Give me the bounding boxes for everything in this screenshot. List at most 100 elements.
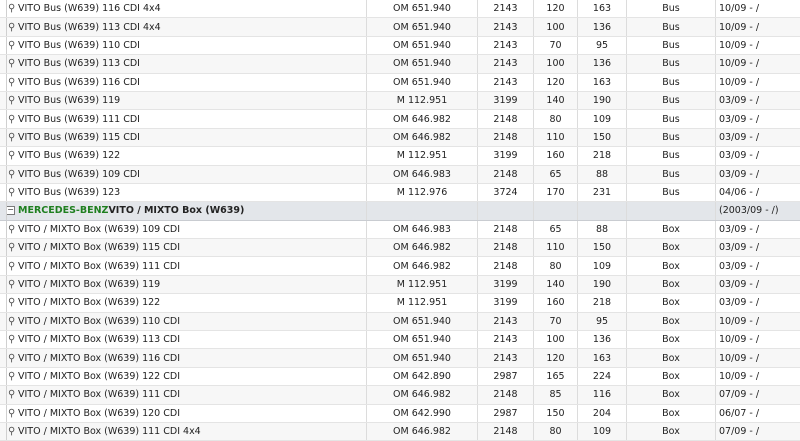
collapse-icon[interactable]: − xyxy=(7,206,16,215)
vehicle-row[interactable]: ⚲VITO / MIXTO Box (W639) 110 CDIOM 651.9… xyxy=(0,312,800,330)
vehicle-row[interactable]: ⚲VITO / MIXTO Box (W639) 122 CDIOM 642.8… xyxy=(0,367,800,385)
vehicle-name-label[interactable]: VITO / MIXTO Box (W639) 109 CDI xyxy=(18,224,180,235)
vehicle-name-label[interactable]: VITO Bus (W639) 119 xyxy=(18,95,120,106)
vehicle-row[interactable]: ⚲VITO Bus (W639) 123M 112.9763724170231B… xyxy=(0,183,800,201)
vehicle-name-label[interactable]: VITO / MIXTO Box (W639) 122 xyxy=(18,297,160,308)
vehicle-row[interactable]: ⚲VITO Bus (W639) 122M 112.9513199160218B… xyxy=(0,147,800,165)
key-icon: ⚲ xyxy=(8,184,18,201)
vehicle-row[interactable]: ⚲VITO / MIXTO Box (W639) 116 CDIOM 651.9… xyxy=(0,349,800,367)
power-hp-cell: 190 xyxy=(578,275,627,293)
vehicle-name-cell[interactable]: ⚲VITO / MIXTO Box (W639) 116 CDI xyxy=(7,349,367,367)
vehicle-row[interactable]: ⚲VITO Bus (W639) 115 CDIOM 646.982214811… xyxy=(0,128,800,146)
vehicle-name-cell[interactable]: ⚲VITO Bus (W639) 116 CDI xyxy=(7,73,367,91)
production-period-cell: 10/09 - / xyxy=(716,331,800,349)
vehicle-name-label[interactable]: VITO / MIXTO Box (W639) 111 CDI xyxy=(18,389,180,400)
vehicle-name-label[interactable]: VITO / MIXTO Box (W639) 116 CDI xyxy=(18,353,180,364)
production-period-cell: 10/09 - / xyxy=(716,0,800,18)
vehicle-name-cell[interactable]: ⚲VITO / MIXTO Box (W639) 122 CDI xyxy=(7,367,367,385)
vehicle-name-label[interactable]: VITO / MIXTO Box (W639) 119 xyxy=(18,279,160,290)
vehicle-row[interactable]: ⚲VITO / MIXTO Box (W639) 109 CDIOM 646.9… xyxy=(0,220,800,238)
vehicle-name-cell[interactable]: ⚲VITO Bus (W639) 113 CDI 4x4 xyxy=(7,18,367,36)
power-hp-cell: 163 xyxy=(578,0,627,18)
vehicle-name-label[interactable]: VITO Bus (W639) 116 CDI xyxy=(18,77,140,88)
vehicle-row[interactable]: ⚲VITO Bus (W639) 119M 112.9513199140190B… xyxy=(0,91,800,109)
vehicle-row[interactable]: ⚲VITO / MIXTO Box (W639) 113 CDIOM 651.9… xyxy=(0,331,800,349)
vehicle-name-cell[interactable]: ⚲VITO Bus (W639) 111 CDI xyxy=(7,110,367,128)
vehicle-name-cell[interactable]: ⚲VITO Bus (W639) 110 CDI xyxy=(7,36,367,54)
engine-code-cell: OM 651.940 xyxy=(367,0,478,18)
vehicle-name-cell[interactable]: ⚲VITO / MIXTO Box (W639) 115 CDI xyxy=(7,239,367,257)
vehicle-name-label[interactable]: VITO / MIXTO Box (W639) 115 CDI xyxy=(18,242,180,253)
vehicle-name-label[interactable]: VITO / MIXTO Box (W639) 113 CDI xyxy=(18,334,180,345)
vehicle-name-label[interactable]: VITO Bus (W639) 122 xyxy=(18,150,120,161)
vehicle-row[interactable]: ⚲VITO / MIXTO Box (W639) 122M 112.951319… xyxy=(0,294,800,312)
vehicle-name-label[interactable]: VITO / MIXTO Box (W639) 120 CDI xyxy=(18,408,180,419)
vehicle-name-label[interactable]: VITO Bus (W639) 113 CDI 4x4 xyxy=(18,22,161,33)
vehicle-row[interactable]: ⚲VITO Bus (W639) 116 CDIOM 651.940214312… xyxy=(0,73,800,91)
vehicle-table-body: ⚲VITO Bus (W639) 116 CDI 4x4OM 651.94021… xyxy=(0,0,800,441)
vehicle-name-cell[interactable]: ⚲VITO / MIXTO Box (W639) 119 xyxy=(7,275,367,293)
displacement-cell: 2148 xyxy=(478,165,534,183)
vehicle-name-cell[interactable]: ⚲VITO Bus (W639) 109 CDI xyxy=(7,165,367,183)
vehicle-row[interactable]: ⚲VITO Bus (W639) 109 CDIOM 646.983214865… xyxy=(0,165,800,183)
vehicle-name-label[interactable]: VITO / MIXTO Box (W639) 122 CDI xyxy=(18,371,180,382)
vehicle-row[interactable]: ⚲VITO / MIXTO Box (W639) 120 CDIOM 642.9… xyxy=(0,404,800,422)
power-kw-cell: 100 xyxy=(534,18,578,36)
vehicle-name-label[interactable]: VITO / MIXTO Box (W639) 111 CDI xyxy=(18,261,180,272)
vehicle-name-cell[interactable]: ⚲VITO / MIXTO Box (W639) 111 CDI xyxy=(7,257,367,275)
power-hp-cell: 116 xyxy=(578,386,627,404)
vehicle-row[interactable]: ⚲VITO Bus (W639) 113 CDI 4x4OM 651.94021… xyxy=(0,18,800,36)
vehicle-name-label[interactable]: VITO / MIXTO Box (W639) 111 CDI 4x4 xyxy=(18,426,201,437)
vehicle-name-cell[interactable]: ⚲VITO Bus (W639) 119 xyxy=(7,91,367,109)
vehicle-row[interactable]: ⚲VITO Bus (W639) 116 CDI 4x4OM 651.94021… xyxy=(0,0,800,18)
vehicle-name-label[interactable]: VITO / MIXTO Box (W639) 110 CDI xyxy=(18,316,180,327)
group-make-label: MERCEDES-BENZ xyxy=(18,205,108,216)
vehicle-row[interactable]: ⚲VITO / MIXTO Box (W639) 115 CDIOM 646.9… xyxy=(0,239,800,257)
body-type-cell: Bus xyxy=(627,147,716,165)
power-hp-cell: 136 xyxy=(578,55,627,73)
body-type-cell: Box xyxy=(627,331,716,349)
power-kw-cell: 80 xyxy=(534,422,578,440)
engine-code-cell: OM 651.940 xyxy=(367,36,478,54)
vehicle-name-label[interactable]: VITO Bus (W639) 111 CDI xyxy=(18,114,140,125)
vehicle-row[interactable]: ⚲VITO Bus (W639) 110 CDIOM 651.940214370… xyxy=(0,36,800,54)
power-hp-cell: 136 xyxy=(578,331,627,349)
vehicle-name-cell[interactable]: ⚲VITO Bus (W639) 122 xyxy=(7,147,367,165)
vehicle-name-cell[interactable]: ⚲VITO / MIXTO Box (W639) 111 CDI xyxy=(7,386,367,404)
vehicle-name-cell[interactable]: ⚲VITO Bus (W639) 113 CDI xyxy=(7,55,367,73)
group-header-row[interactable]: −MERCEDES-BENZVITO / MIXTO Box (W639)(20… xyxy=(0,202,800,220)
body-type-cell: Bus xyxy=(627,165,716,183)
vehicle-name-cell[interactable]: ⚲VITO / MIXTO Box (W639) 113 CDI xyxy=(7,331,367,349)
body-type-cell: Bus xyxy=(627,73,716,91)
vehicle-name-cell[interactable]: ⚲VITO Bus (W639) 123 xyxy=(7,183,367,201)
vehicle-name-label[interactable]: VITO Bus (W639) 109 CDI xyxy=(18,169,140,180)
vehicle-row[interactable]: ⚲VITO / MIXTO Box (W639) 111 CDIOM 646.9… xyxy=(0,386,800,404)
vehicle-row[interactable]: ⚲VITO / MIXTO Box (W639) 111 CDIOM 646.9… xyxy=(0,257,800,275)
production-period-cell: 03/09 - / xyxy=(716,294,800,312)
vehicle-name-label[interactable]: VITO Bus (W639) 113 CDI xyxy=(18,58,140,69)
vehicle-name-cell[interactable]: ⚲VITO / MIXTO Box (W639) 111 CDI 4x4 xyxy=(7,422,367,440)
power-kw-cell: 100 xyxy=(534,55,578,73)
vehicle-row[interactable]: ⚲VITO / MIXTO Box (W639) 119M 112.951319… xyxy=(0,275,800,293)
vehicle-name-cell[interactable]: ⚲VITO / MIXTO Box (W639) 122 xyxy=(7,294,367,312)
vehicle-name-cell[interactable]: ⚲VITO / MIXTO Box (W639) 110 CDI xyxy=(7,312,367,330)
vehicle-row[interactable]: ⚲VITO Bus (W639) 113 CDIOM 651.940214310… xyxy=(0,55,800,73)
vehicle-name-label[interactable]: VITO Bus (W639) 110 CDI xyxy=(18,40,140,51)
vehicle-name-label[interactable]: VITO Bus (W639) 123 xyxy=(18,187,120,198)
vehicle-row[interactable]: ⚲VITO / MIXTO Box (W639) 111 CDI 4x4OM 6… xyxy=(0,422,800,440)
production-period-cell: 03/09 - / xyxy=(716,239,800,257)
production-period-cell: 10/09 - / xyxy=(716,312,800,330)
vehicle-name-cell[interactable]: ⚲VITO / MIXTO Box (W639) 120 CDI xyxy=(7,404,367,422)
vehicle-name-cell[interactable]: ⚲VITO / MIXTO Box (W639) 109 CDI xyxy=(7,220,367,238)
vehicle-name-cell[interactable]: ⚲VITO Bus (W639) 116 CDI 4x4 xyxy=(7,0,367,18)
vehicle-name-label[interactable]: VITO Bus (W639) 116 CDI 4x4 xyxy=(18,3,161,14)
engine-code-cell: M 112.951 xyxy=(367,294,478,312)
displacement-cell: 3724 xyxy=(478,183,534,201)
vehicle-row[interactable]: ⚲VITO Bus (W639) 111 CDIOM 646.982214880… xyxy=(0,110,800,128)
power-kw-cell: 165 xyxy=(534,367,578,385)
vehicle-name-label[interactable]: VITO Bus (W639) 115 CDI xyxy=(18,132,140,143)
body-type-cell: Bus xyxy=(627,128,716,146)
group-title-cell[interactable]: −MERCEDES-BENZVITO / MIXTO Box (W639) xyxy=(7,202,367,220)
production-period-cell: 10/09 - / xyxy=(716,36,800,54)
vehicle-name-cell[interactable]: ⚲VITO Bus (W639) 115 CDI xyxy=(7,128,367,146)
